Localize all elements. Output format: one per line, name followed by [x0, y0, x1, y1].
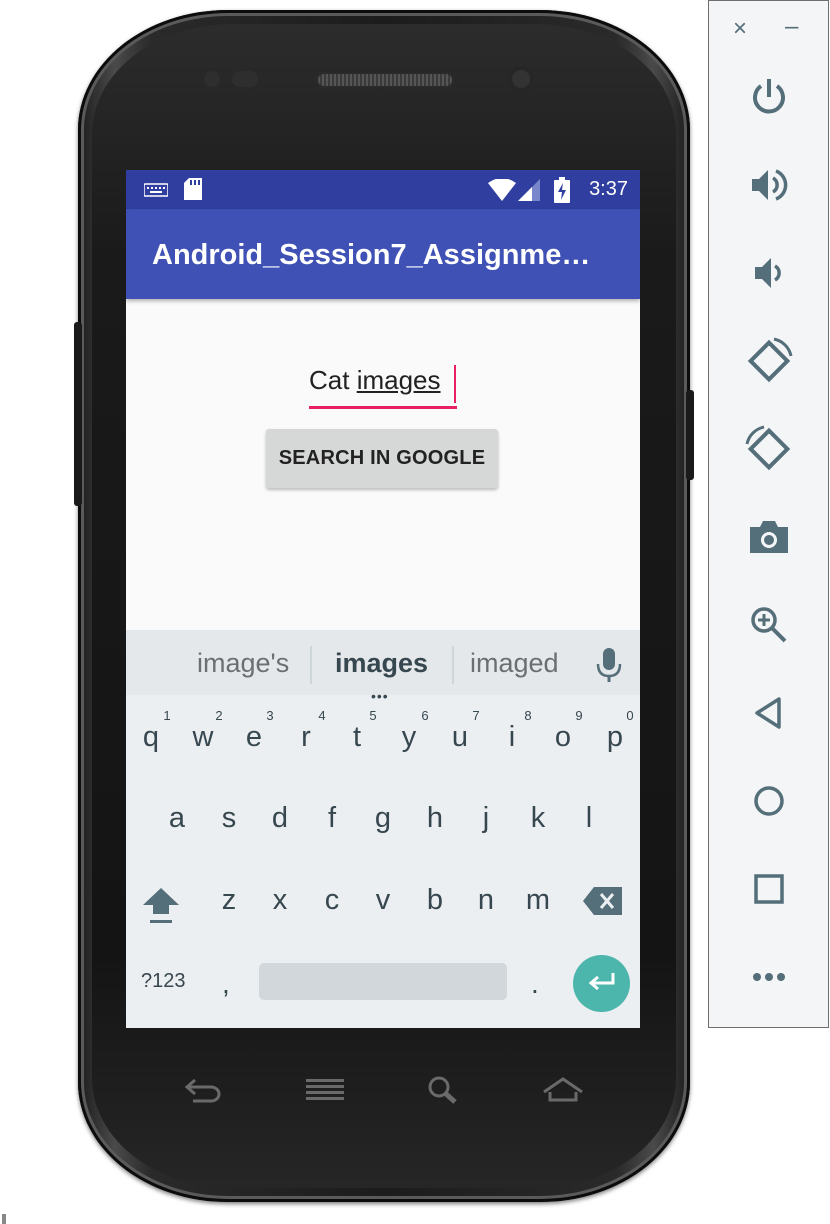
text-cursor [454, 365, 456, 403]
suggestion-divider [310, 646, 312, 684]
app-bar: Android_Session7_Assignme… [126, 209, 640, 299]
key-x[interactable]: x [260, 884, 300, 917]
light-sensor [232, 71, 258, 87]
key-m[interactable]: m [518, 884, 558, 917]
key-i[interactable]: i [492, 721, 532, 754]
home-icon[interactable] [741, 773, 797, 829]
sd-card-icon [184, 178, 202, 205]
comma-key[interactable]: , [222, 968, 230, 1000]
side-power-button [686, 390, 694, 480]
side-volume-button [74, 322, 82, 506]
key-n[interactable]: n [466, 884, 506, 917]
key-g[interactable]: g [363, 802, 403, 835]
soft-keyboard: image's images imaged ••• 1 2 3 4 5 6 7 … [126, 630, 640, 1028]
hardware-nav-keys [78, 1070, 690, 1110]
key-s[interactable]: s [209, 802, 249, 835]
key-v[interactable]: v [363, 884, 403, 917]
key-q[interactable]: q [131, 721, 171, 754]
more-suggestions-dots: ••• [371, 688, 389, 704]
toolbar-window-controls: × – [709, 13, 830, 45]
suggestion-center[interactable]: images [335, 648, 428, 679]
search-in-google-button[interactable]: SEARCH IN GOOGLE [266, 429, 498, 488]
key-k[interactable]: k [518, 802, 558, 835]
key-y[interactable]: y [389, 721, 429, 754]
earpiece-speaker [316, 72, 454, 88]
key-p[interactable]: p [595, 721, 635, 754]
key-t[interactable]: t [337, 721, 377, 754]
rotate-left-icon[interactable] [741, 333, 797, 389]
suggestion-divider [452, 646, 454, 684]
more-icon[interactable] [741, 949, 797, 1005]
device-screen: 3:37 Android_Session7_Assignme… Cat imag… [126, 170, 640, 1028]
space-bar[interactable] [259, 963, 507, 1000]
enter-icon [588, 972, 614, 990]
key-h[interactable]: h [415, 802, 455, 835]
minimize-icon[interactable]: – [785, 13, 798, 41]
status-time: 3:37 [589, 178, 628, 200]
hw-back-icon[interactable] [178, 1070, 228, 1110]
hw-home-icon[interactable] [538, 1070, 588, 1110]
power-icon[interactable] [741, 69, 797, 125]
volume-down-icon[interactable] [741, 245, 797, 301]
wifi-icon [488, 178, 516, 206]
key-l[interactable]: l [569, 802, 609, 835]
rotate-right-icon[interactable] [741, 421, 797, 477]
cell-signal-icon [518, 179, 540, 206]
backspace-icon[interactable] [582, 886, 624, 921]
search-input-text: Cat images [309, 365, 441, 395]
battery-charging-icon [554, 177, 570, 208]
key-d[interactable]: d [260, 802, 300, 835]
hw-menu-icon[interactable] [300, 1070, 350, 1110]
key-j[interactable]: j [466, 802, 506, 835]
input-underline [309, 406, 457, 409]
key-r[interactable]: r [286, 721, 326, 754]
front-camera [508, 66, 534, 92]
mic-icon[interactable] [594, 648, 624, 682]
symbols-key[interactable]: ?123 [141, 970, 186, 993]
key-b[interactable]: b [415, 884, 455, 917]
composing-text: images [356, 365, 441, 395]
app-title: Android_Session7_Assignme… [152, 239, 591, 271]
key-o[interactable]: o [543, 721, 583, 754]
status-bar: 3:37 [126, 170, 640, 209]
close-icon[interactable]: × [733, 15, 747, 43]
camera-icon[interactable] [741, 509, 797, 565]
suggestion-right[interactable]: imaged [470, 648, 559, 679]
key-e[interactable]: e [234, 721, 274, 754]
overview-icon[interactable] [741, 861, 797, 917]
emulator-toolbar: × – [708, 0, 829, 1028]
hw-search-icon[interactable] [418, 1070, 468, 1110]
suggestion-left[interactable]: image's [197, 648, 289, 679]
key-a[interactable]: a [157, 802, 197, 835]
search-input[interactable]: Cat images [309, 365, 457, 409]
volume-up-icon[interactable] [741, 157, 797, 213]
zoom-icon[interactable] [741, 597, 797, 653]
key-w[interactable]: w [183, 721, 223, 754]
key-u[interactable]: u [440, 721, 480, 754]
edge-artifact [2, 1214, 6, 1224]
key-f[interactable]: f [312, 802, 352, 835]
key-z[interactable]: z [209, 884, 249, 917]
proximity-sensor [204, 71, 220, 87]
enter-key[interactable] [573, 955, 630, 1012]
back-icon[interactable] [741, 685, 797, 741]
keyboard-notification-icon [143, 182, 169, 203]
period-key[interactable]: . [531, 968, 539, 1000]
suggestion-strip: image's images imaged ••• [126, 630, 640, 704]
key-c[interactable]: c [312, 884, 352, 917]
shift-icon[interactable] [142, 886, 180, 931]
